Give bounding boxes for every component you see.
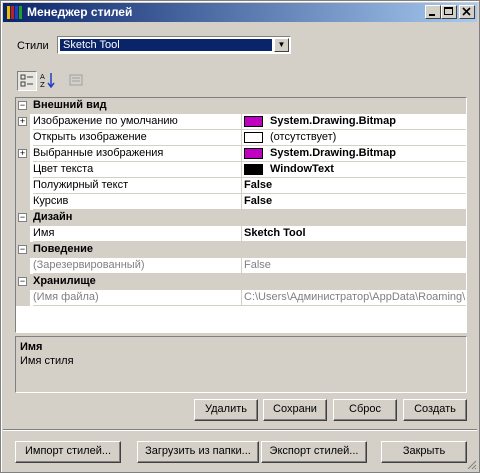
property-name: Полужирный текст: [33, 178, 251, 194]
property-name: Цвет текста: [33, 162, 251, 178]
color-swatch-icon: [244, 164, 263, 175]
styles-selected-value: Sketch Tool: [60, 39, 272, 51]
property-row-open-image[interactable]: Открыть изображение (отсутствует): [16, 130, 466, 146]
property-value[interactable]: False: [241, 194, 466, 210]
property-name: Изображение по умолчанию: [33, 114, 251, 130]
property-value[interactable]: C:\Users\Администратор\AppData\Roaming\: [241, 290, 466, 306]
expand-icon[interactable]: +: [18, 117, 27, 126]
collapse-icon[interactable]: −: [18, 277, 27, 286]
category-design[interactable]: − Дизайн: [16, 210, 466, 226]
property-value[interactable]: False: [241, 178, 466, 194]
reset-button[interactable]: Сброс: [333, 399, 397, 421]
window-title: Менеджер стилей: [27, 5, 133, 19]
empty-image-icon: [244, 132, 263, 143]
property-name: (Зарезервированный): [33, 258, 251, 274]
title-bar[interactable]: Менеджер стилей: [3, 3, 477, 22]
property-help-panel: Имя Имя стиля: [15, 336, 467, 393]
property-row-reserved[interactable]: (Зарезервированный) False: [16, 258, 466, 274]
property-name: Выбранные изображения: [33, 146, 251, 162]
category-appearance[interactable]: − Внешний вид: [16, 98, 466, 114]
chevron-down-icon[interactable]: ▼: [274, 38, 289, 52]
maximize-button[interactable]: [441, 5, 457, 19]
load-from-folder-button[interactable]: Загрузить из папки...: [137, 441, 259, 463]
category-storage[interactable]: − Хранилище: [16, 274, 466, 290]
property-value[interactable]: System.Drawing.Bitmap: [241, 114, 466, 130]
help-description: Имя стиля: [20, 355, 74, 367]
resize-grip-icon[interactable]: [465, 458, 477, 470]
property-row-bold-text[interactable]: Полужирный текст False: [16, 178, 466, 194]
close-button[interactable]: Закрыть: [381, 441, 467, 463]
maximize-icon: [444, 7, 453, 15]
style-manager-window: Менеджер стилей Стили Sketch Tool ▼ A Z: [0, 0, 480, 473]
property-name: (Имя файла): [33, 290, 251, 306]
property-row-default-image[interactable]: + Изображение по умолчанию System.Drawin…: [16, 114, 466, 130]
import-styles-button[interactable]: Импорт стилей...: [15, 441, 121, 463]
alphabetical-view-button[interactable]: A Z: [39, 71, 59, 91]
close-window-button[interactable]: [459, 5, 475, 19]
expand-icon[interactable]: +: [18, 149, 27, 158]
save-button[interactable]: Сохрани: [263, 399, 327, 421]
close-icon: [462, 7, 471, 16]
property-row-text-color[interactable]: Цвет текста WindowText: [16, 162, 466, 178]
bitmap-icon: [244, 148, 263, 159]
minimize-icon: [429, 14, 435, 16]
styles-label: Стили: [17, 40, 49, 52]
categorized-icon: [20, 74, 33, 87]
property-grid: − Внешний вид + Изображение по умолчанию…: [15, 97, 467, 333]
property-value[interactable]: System.Drawing.Bitmap: [241, 146, 466, 162]
svg-text:Z: Z: [40, 81, 45, 89]
collapse-icon[interactable]: −: [18, 213, 27, 222]
create-button[interactable]: Создать: [403, 399, 467, 421]
divider: [3, 429, 477, 431]
property-row-selected-images[interactable]: + Выбранные изображения System.Drawing.B…: [16, 146, 466, 162]
bitmap-icon: [244, 116, 263, 127]
property-value[interactable]: (отсутствует): [241, 130, 466, 146]
collapse-icon[interactable]: −: [18, 245, 27, 254]
property-pages-icon: [69, 74, 83, 86]
styles-select[interactable]: Sketch Tool ▼: [57, 36, 291, 54]
property-name: Курсив: [33, 194, 251, 210]
property-value[interactable]: WindowText: [241, 162, 466, 178]
categorized-view-button[interactable]: [17, 71, 37, 91]
svg-text:A: A: [40, 73, 45, 81]
delete-button[interactable]: Удалить: [194, 399, 258, 421]
sort-az-icon: A Z: [40, 73, 55, 89]
property-pages-button[interactable]: [67, 71, 87, 91]
collapse-icon[interactable]: −: [18, 101, 27, 110]
app-icon: [7, 6, 22, 19]
property-name: Имя: [33, 226, 251, 242]
property-value[interactable]: False: [241, 258, 466, 274]
property-row-name[interactable]: Имя Sketch Tool: [16, 226, 466, 242]
category-behavior[interactable]: − Поведение: [16, 242, 466, 258]
property-name: Открыть изображение: [33, 130, 251, 146]
export-styles-button[interactable]: Экспорт стилей...: [261, 441, 367, 463]
help-title: Имя: [20, 341, 43, 353]
minimize-button[interactable]: [425, 5, 441, 19]
property-row-file-name[interactable]: (Имя файла) C:\Users\Администратор\AppDa…: [16, 290, 466, 306]
property-row-italic[interactable]: Курсив False: [16, 194, 466, 210]
property-value[interactable]: Sketch Tool: [241, 226, 466, 242]
